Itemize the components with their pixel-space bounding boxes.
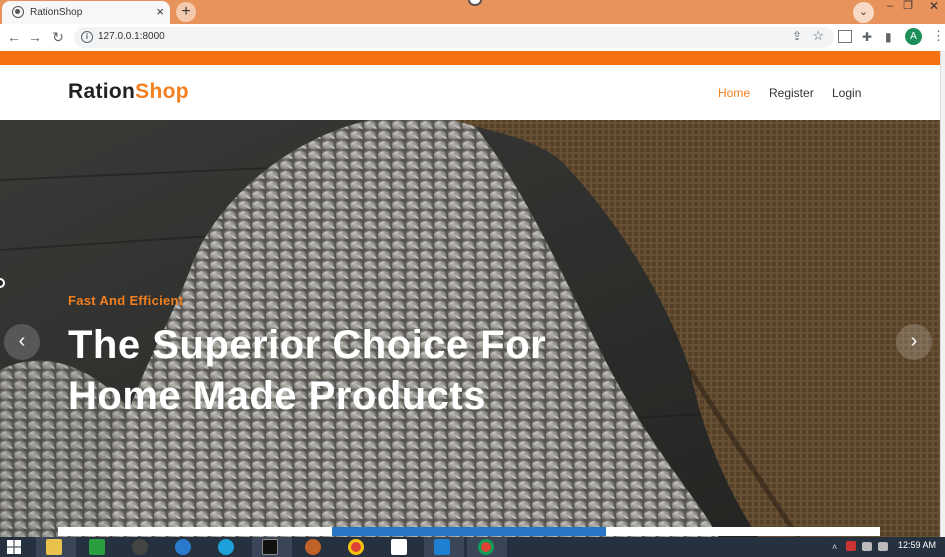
app-icon[interactable]	[305, 539, 321, 555]
browser-tab-bar: RationShop × + ⌄ – ❐ ✕	[0, 0, 945, 24]
nav-home[interactable]: Home	[718, 86, 750, 100]
browser-toolbar: ← → ↻ i 127.0.0.1:8000 ⇪ ☆ ✚ ▮ A ⋮	[0, 24, 945, 51]
nav-login[interactable]: Login	[832, 86, 861, 100]
reload-icon[interactable]: ↻	[50, 29, 66, 45]
globe-icon	[12, 6, 24, 18]
extension-icon[interactable]	[838, 30, 852, 43]
tray-alert-icon[interactable]	[846, 541, 856, 551]
back-icon[interactable]: ←	[6, 29, 22, 45]
chrome-alt-icon[interactable]	[478, 539, 494, 555]
progress-segment-2[interactable]	[332, 527, 606, 536]
taskbar-clock[interactable]: 12:59 AM	[898, 540, 936, 550]
tab-close-icon[interactable]: ×	[156, 4, 164, 20]
browser-menu-icon[interactable]: ⋮	[932, 28, 945, 44]
network-icon[interactable]	[862, 542, 872, 551]
tab-search-button[interactable]: ⌄	[853, 2, 874, 23]
site-info-icon[interactable]: i	[81, 31, 93, 43]
progress-segment-3[interactable]	[606, 527, 880, 536]
hero-headline: The Superior Choice For Home Made Produc…	[68, 323, 547, 418]
hero-subtitle: Fast And Efficient	[68, 293, 184, 308]
windows-taskbar: ˄ 12:59 AM	[0, 537, 945, 557]
volume-icon[interactable]	[878, 542, 888, 551]
top-accent-strip	[0, 51, 940, 65]
nav-register[interactable]: Register	[769, 86, 814, 100]
obs-icon[interactable]	[132, 539, 148, 555]
chrome-icon[interactable]	[348, 539, 364, 555]
store-icon[interactable]	[89, 539, 105, 555]
carousel-prev-button[interactable]: ‹	[4, 324, 40, 360]
bookmark-star-icon[interactable]: ☆	[812, 28, 824, 44]
minimize-button[interactable]: –	[880, 0, 900, 14]
profile-avatar[interactable]: A	[905, 28, 922, 45]
internet-explorer-icon[interactable]	[175, 539, 191, 555]
carousel-next-button[interactable]: ›	[896, 324, 932, 360]
carousel-progress	[58, 527, 880, 536]
logo-part-shop: Shop	[135, 80, 189, 103]
logo-part-ration: Ration	[68, 80, 136, 103]
camera-indicator-icon	[468, 0, 482, 6]
forward-icon[interactable]: →	[27, 29, 43, 45]
side-panel-icon[interactable]: ▮	[885, 30, 892, 44]
file-explorer-icon[interactable]	[46, 539, 62, 555]
word-icon[interactable]	[391, 539, 407, 555]
page-scrollbar[interactable]	[940, 51, 945, 537]
site-logo[interactable]: RationShop	[68, 80, 189, 104]
new-tab-button[interactable]: +	[176, 2, 196, 22]
tab-title: RationShop	[30, 7, 83, 18]
windows-start-icon[interactable]	[6, 539, 22, 555]
web-page: RationShop Home Register Login Fast And …	[0, 51, 940, 537]
close-window-button[interactable]: ✕	[924, 0, 944, 14]
edge-icon[interactable]	[218, 539, 234, 555]
tab-rationshop[interactable]: RationShop ×	[2, 1, 170, 24]
hero-carousel: Fast And Efficient The Superior Choice F…	[0, 120, 940, 537]
vscode-icon[interactable]	[434, 539, 450, 555]
maximize-button[interactable]: ❐	[898, 0, 918, 14]
url-text[interactable]: 127.0.0.1:8000	[98, 31, 165, 42]
tray-expand-icon[interactable]: ˄	[832, 542, 837, 552]
share-icon[interactable]: ⇪	[792, 29, 802, 43]
site-header: RationShop Home Register Login	[0, 65, 940, 120]
progress-segment-1[interactable]	[58, 527, 332, 536]
puzzle-extensions-icon[interactable]: ✚	[862, 30, 872, 44]
terminal-icon[interactable]	[262, 539, 278, 555]
address-bar[interactable]: i 127.0.0.1:8000 ⇪ ☆	[74, 27, 834, 48]
